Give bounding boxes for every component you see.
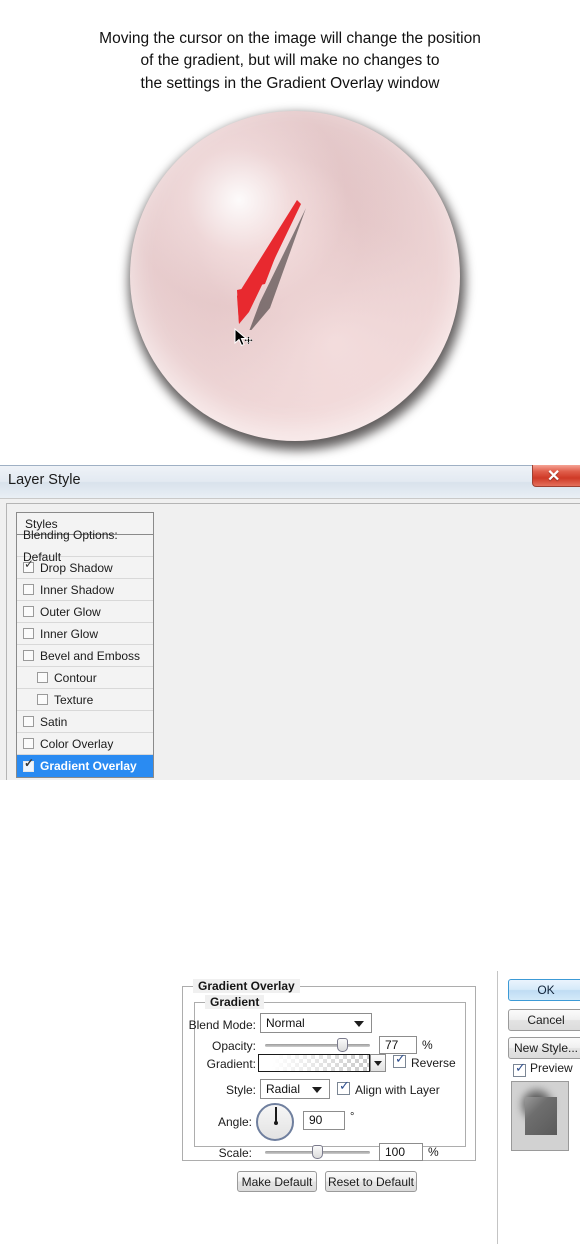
- style-value: Radial: [266, 1082, 301, 1096]
- sidebar-item-label: Texture: [54, 692, 94, 707]
- cancel-button[interactable]: Cancel: [508, 1009, 580, 1031]
- ok-button[interactable]: OK: [508, 979, 580, 1001]
- close-icon: ✕: [547, 468, 561, 485]
- gradient-preset-dropdown[interactable]: [370, 1054, 386, 1072]
- opacity-slider-thumb[interactable]: [337, 1038, 349, 1052]
- style-select[interactable]: Radial: [260, 1079, 330, 1099]
- checkbox-icon[interactable]: [23, 558, 34, 573]
- sidebar-item-label: Bevel and Emboss: [40, 648, 141, 663]
- sidebar-item-label: Color Overlay: [40, 736, 114, 751]
- sidebar-item-blending-options[interactable]: Blending Options: Default: [17, 528, 153, 564]
- checkbox-icon[interactable]: [37, 694, 48, 705]
- sidebar-item-label: Outer Glow: [40, 604, 101, 619]
- preview-square: [525, 1097, 557, 1135]
- angle-input[interactable]: 90: [303, 1111, 345, 1130]
- scale-unit: %: [428, 1145, 439, 1159]
- preview-checkbox[interactable]: [513, 1061, 526, 1077]
- opacity-label: Opacity:: [211, 1039, 256, 1053]
- sidebar-item-label: Contour: [54, 670, 97, 685]
- gradient-label: Gradient:: [206, 1057, 256, 1071]
- chevron-down-icon: [354, 1021, 364, 1027]
- checkbox-icon[interactable]: [23, 628, 34, 639]
- sidebar-item-gradient-overlay[interactable]: Gradient Overlay: [17, 755, 153, 777]
- styles-items-container: Drop Shadow Inner Shadow Outer Glow Inner G…: [17, 557, 153, 777]
- preview-thumbnail: [511, 1081, 569, 1151]
- sidebar-item-label: Inner Shadow: [40, 582, 115, 597]
- sidebar-item-label: Drop Shadow: [40, 560, 113, 575]
- blend-mode-value: Normal: [266, 1016, 305, 1030]
- move-cursor: [234, 328, 254, 347]
- sidebar-item-contour[interactable]: Contour: [17, 667, 153, 689]
- sidebar-item-inner-shadow[interactable]: Inner Shadow: [17, 579, 153, 601]
- column-divider: [497, 971, 498, 1244]
- preview-label: Preview: [530, 1061, 573, 1075]
- chevron-down-icon: [312, 1087, 322, 1093]
- angle-label: Angle:: [217, 1115, 252, 1129]
- scale-input[interactable]: 100: [379, 1143, 423, 1161]
- align-with-layer-label: Align with Layer: [355, 1083, 440, 1097]
- reset-to-default-button[interactable]: Reset to Default: [325, 1171, 417, 1192]
- layer-style-dialog: Layer Style ✕ Styles Blending Options: D…: [0, 465, 580, 1244]
- gradient-overlay-group-title: Gradient Overlay: [193, 979, 300, 993]
- red-arrow-annotation: [237, 200, 306, 330]
- blend-mode-label: Blend Mode:: [188, 1018, 256, 1032]
- opacity-unit: %: [422, 1038, 433, 1052]
- angle-unit: °: [350, 1111, 355, 1123]
- image-canvas[interactable]: [0, 105, 580, 465]
- caption-line-2: of the gradient, but will make no change…: [140, 52, 440, 70]
- checkbox-icon[interactable]: [23, 606, 34, 617]
- caption-line-3: the settings in the Gradient Overlay win…: [140, 74, 440, 92]
- scale-slider-thumb[interactable]: [312, 1145, 323, 1159]
- sidebar-item-satin[interactable]: Satin: [17, 711, 153, 733]
- checkbox-icon[interactable]: [23, 584, 34, 595]
- dialog-titlebar[interactable]: Layer Style ✕: [0, 465, 580, 498]
- sidebar-item-outer-glow[interactable]: Outer Glow: [17, 601, 153, 623]
- dialog-title: Layer Style: [8, 472, 81, 488]
- caption-line-1: Moving the cursor on the image will chan…: [99, 30, 481, 47]
- sidebar-item-texture[interactable]: Texture: [17, 689, 153, 711]
- gradient-swatch[interactable]: [258, 1054, 370, 1072]
- checkbox-icon[interactable]: [23, 738, 34, 749]
- scale-label: Scale:: [218, 1146, 252, 1160]
- sidebar-item-inner-glow[interactable]: Inner Glow: [17, 623, 153, 645]
- checkbox-icon[interactable]: [23, 650, 34, 661]
- make-default-button[interactable]: Make Default: [237, 1171, 317, 1192]
- reverse-checkbox[interactable]: [393, 1052, 406, 1068]
- close-button[interactable]: ✕: [532, 465, 580, 487]
- style-label: Style:: [225, 1083, 256, 1097]
- angle-center-dot: [274, 1121, 278, 1125]
- instruction-caption: Moving the cursor on the image will chan…: [0, 28, 580, 95]
- checkbox-icon[interactable]: [37, 672, 48, 683]
- sidebar-item-color-overlay[interactable]: Color Overlay: [17, 733, 153, 755]
- checkbox-icon[interactable]: [23, 757, 34, 772]
- reverse-label: Reverse: [411, 1056, 456, 1070]
- sidebar-item-bevel-and-emboss[interactable]: Bevel and Emboss: [17, 645, 153, 667]
- chevron-down-icon: [374, 1061, 382, 1066]
- sidebar-item-label: Satin: [40, 714, 68, 729]
- styles-list-panel[interactable]: Styles Blending Options: Default Drop Sh…: [16, 512, 154, 778]
- angle-dial[interactable]: [256, 1103, 294, 1141]
- sidebar-item-label: Inner Glow: [40, 626, 99, 641]
- checkbox-icon[interactable]: [23, 716, 34, 727]
- opacity-slider-track[interactable]: [265, 1044, 370, 1047]
- sidebar-item-label: Gradient Overlay: [40, 759, 137, 773]
- gradient-group-title: Gradient: [205, 995, 265, 1009]
- new-style-button[interactable]: New Style...: [508, 1037, 580, 1059]
- align-with-layer-checkbox[interactable]: [337, 1079, 350, 1095]
- blend-mode-select[interactable]: Normal: [260, 1013, 372, 1033]
